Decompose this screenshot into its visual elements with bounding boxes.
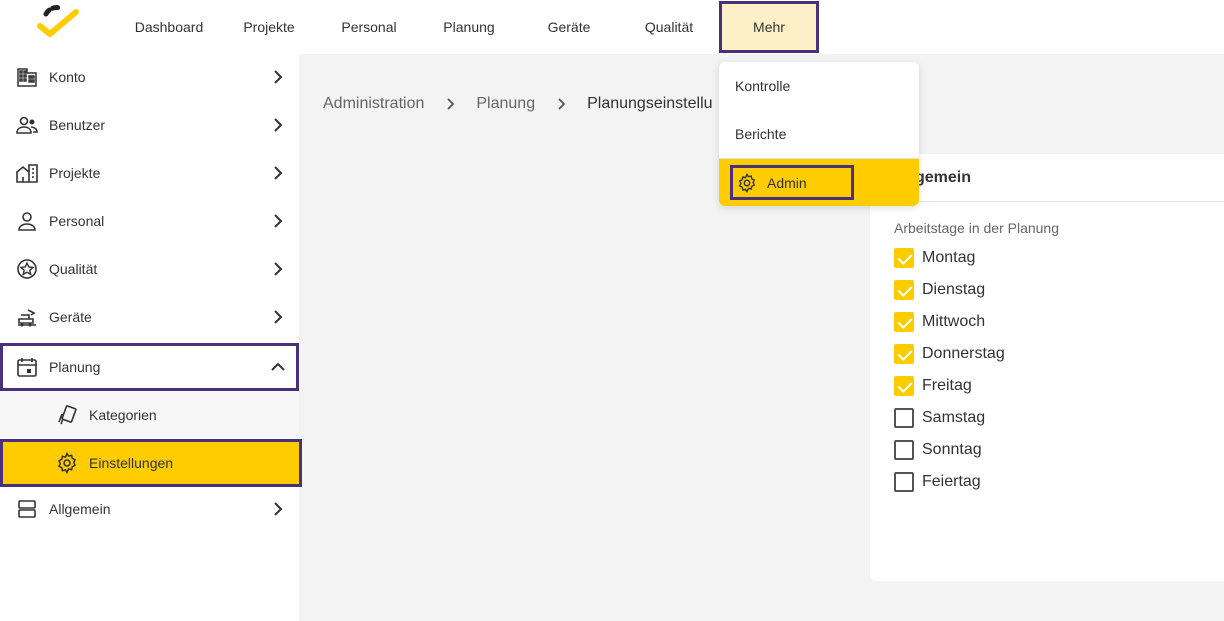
sidebar-item-label: Projekte bbox=[49, 165, 101, 181]
card-title: gemein bbox=[915, 169, 972, 186]
checkbox[interactable] bbox=[894, 344, 914, 364]
chevron-up-icon bbox=[271, 362, 285, 371]
building-icon bbox=[17, 68, 37, 87]
sidebar-item-label: Planung bbox=[49, 359, 101, 375]
sidebar-item-konto[interactable]: Konto bbox=[0, 54, 299, 100]
chevron-right-icon bbox=[447, 98, 455, 110]
nav-personal[interactable]: Personal bbox=[334, 0, 404, 54]
checkbox[interactable] bbox=[894, 280, 914, 300]
menu-item-admin[interactable]: Admin bbox=[719, 159, 919, 206]
mehr-dropdown-menu: Kontrolle Berichte Admin bbox=[719, 62, 919, 206]
sidebar-item-personal[interactable]: Personal bbox=[0, 198, 299, 244]
sidebar-item-qualitaet[interactable]: Qualität bbox=[0, 246, 299, 292]
menu-item-berichte[interactable]: Berichte bbox=[719, 110, 919, 158]
star-badge-icon bbox=[17, 259, 37, 279]
sidebar-item-label: Konto bbox=[49, 69, 86, 85]
sidebar-item-allgemein[interactable]: Allgemein bbox=[0, 486, 299, 532]
users-icon bbox=[16, 116, 38, 134]
app-logo[interactable] bbox=[36, 4, 80, 40]
checkbox-montag[interactable]: Montag bbox=[894, 247, 975, 269]
equipment-icon bbox=[18, 309, 36, 327]
sidebar-item-label: Allgemein bbox=[49, 501, 111, 517]
breadcrumb: Administration Planung Planungseinstellu bbox=[323, 94, 713, 114]
sidebar: Konto Benutzer Projekte Personal Qualitä… bbox=[0, 54, 302, 621]
card-header: gemein bbox=[870, 154, 1224, 202]
checkbox-label: Montag bbox=[922, 249, 976, 266]
settings-card: gemein Arbeitstage in der Planung Montag… bbox=[870, 154, 1224, 581]
nav-geraete[interactable]: Geräte bbox=[534, 0, 604, 54]
chevron-right-icon bbox=[274, 118, 283, 132]
sidebar-item-label: Benutzer bbox=[49, 117, 106, 133]
sidebar-item-planung[interactable]: Planung bbox=[0, 343, 299, 391]
chevron-right-icon bbox=[274, 310, 283, 324]
checkbox-label: Mittwoch bbox=[922, 313, 986, 330]
nav-dashboard[interactable]: Dashboard bbox=[128, 0, 210, 54]
nav-projekte[interactable]: Projekte bbox=[234, 0, 304, 54]
sidebar-item-label: Personal bbox=[49, 213, 105, 229]
sidebar-item-label: Geräte bbox=[49, 309, 92, 325]
checkbox-feiertag[interactable]: Feiertag bbox=[894, 471, 981, 493]
projects-icon bbox=[16, 164, 38, 183]
breadcrumb-administration[interactable]: Administration bbox=[323, 95, 424, 113]
sidebar-item-label: Einstellungen bbox=[89, 455, 174, 471]
sidebar-item-benutzer[interactable]: Benutzer bbox=[0, 102, 299, 148]
checkbox[interactable] bbox=[894, 248, 914, 268]
breadcrumb-current: Planungseinstellu bbox=[587, 95, 713, 112]
checkbox-label: Freitag bbox=[922, 377, 972, 394]
checkbox-samstag[interactable]: Samstag bbox=[894, 407, 985, 429]
breadcrumb-planung[interactable]: Planung bbox=[476, 95, 535, 113]
sidebar-item-einstellungen[interactable]: Einstellungen bbox=[0, 439, 302, 487]
checkbox[interactable] bbox=[894, 376, 914, 396]
sidebar-item-label: Qualität bbox=[49, 261, 98, 277]
gear-icon bbox=[738, 173, 756, 193]
checkbox-label: Donnerstag bbox=[922, 345, 1005, 362]
checkbox-sonntag[interactable]: Sonntag bbox=[894, 439, 982, 461]
chevron-right-icon bbox=[274, 262, 283, 276]
sidebar-item-kategorien[interactable]: Kategorien bbox=[0, 391, 299, 439]
sidebar-item-geraete[interactable]: Geräte bbox=[0, 294, 299, 340]
chevron-right-icon bbox=[274, 214, 283, 228]
checkbox-label: Sonntag bbox=[922, 441, 982, 458]
nav-qualitaet[interactable]: Qualität bbox=[634, 0, 704, 54]
card-subtitle: Arbeitstage in der Planung bbox=[894, 220, 1059, 236]
nav-mehr[interactable]: Mehr bbox=[719, 1, 819, 53]
checkbox-freitag[interactable]: Freitag bbox=[894, 375, 972, 397]
checkbox[interactable] bbox=[894, 472, 914, 492]
admin-highlight[interactable]: Admin bbox=[730, 165, 854, 200]
chevron-right-icon bbox=[274, 70, 283, 84]
menu-item-label: Admin bbox=[767, 174, 807, 191]
checkbox[interactable] bbox=[894, 408, 914, 428]
checkbox-dienstag[interactable]: Dienstag bbox=[894, 279, 985, 301]
gear-icon bbox=[58, 452, 76, 474]
checkbox-mittwoch[interactable]: Mittwoch bbox=[894, 311, 985, 333]
checkbox-donnerstag[interactable]: Donnerstag bbox=[894, 343, 1005, 365]
checkbox[interactable] bbox=[894, 312, 914, 332]
chevron-right-icon bbox=[274, 502, 283, 516]
cards-icon bbox=[58, 405, 77, 425]
checkbox-label: Dienstag bbox=[922, 281, 986, 298]
checkbox-label: Samstag bbox=[922, 409, 986, 426]
menu-item-kontrolle[interactable]: Kontrolle bbox=[719, 62, 919, 110]
menu-item-label: Kontrolle bbox=[735, 78, 791, 94]
nav-planung[interactable]: Planung bbox=[434, 0, 504, 54]
top-navigation-bar: Dashboard Projekte Personal Planung Gerä… bbox=[0, 0, 1224, 54]
layers-icon bbox=[18, 500, 36, 518]
menu-item-label: Berichte bbox=[735, 126, 787, 142]
checkbox-label: Feiertag bbox=[922, 473, 981, 490]
sidebar-item-projekte[interactable]: Projekte bbox=[0, 150, 299, 196]
checkbox[interactable] bbox=[894, 440, 914, 460]
person-icon bbox=[18, 212, 36, 231]
sidebar-item-label: Kategorien bbox=[89, 407, 157, 423]
chevron-right-icon bbox=[274, 166, 283, 180]
calendar-icon bbox=[17, 358, 37, 377]
chevron-right-icon bbox=[558, 98, 566, 110]
